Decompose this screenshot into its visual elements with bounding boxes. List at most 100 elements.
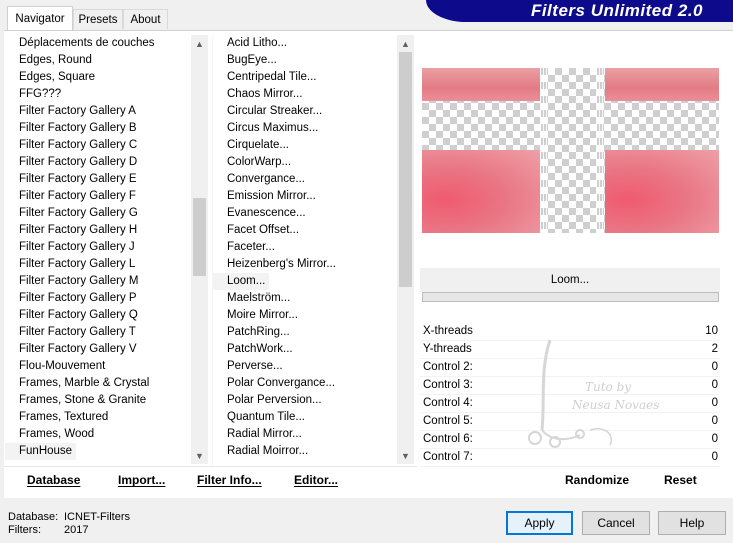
list-item[interactable]: Radial Moirror... [213,443,397,460]
list-item[interactable]: Chaos Mirror... [213,86,397,103]
cancel-button[interactable]: Cancel [582,511,650,535]
database-button[interactable]: Database [27,473,80,487]
list-item[interactable]: Filter Factory Gallery G [5,205,191,222]
list-item-label: Cirquelate... [227,139,290,151]
filter-list[interactable]: Acid Litho... BugEye... Centripedal Tile..… [213,35,397,463]
category-list[interactable]: Déplacements de couches Edges, Round Edges… [5,35,191,463]
list-item[interactable]: Facet Offset... [213,222,397,239]
list-item[interactable]: FFG??? [5,86,191,103]
list-item[interactable]: Evanescence... [213,205,397,222]
list-item[interactable]: Loom... [213,273,397,290]
filters-value: 2017 [64,524,89,536]
tab-presets[interactable]: Presets [73,9,123,29]
list-item[interactable]: Perverse... [213,358,397,375]
parameter-value: 0 [711,361,718,373]
list-item[interactable]: Polar Convergance... [213,375,397,392]
category-scrollbar[interactable]: ▲ ▼ [191,35,208,464]
list-item[interactable]: Filter Factory Gallery A [5,103,191,120]
database-value: ICNET-Filters [64,511,130,523]
list-item-label: PatchRing... [227,326,290,338]
filter-scrollbar[interactable]: ▲ ▼ [397,35,414,464]
parameter-value: 2 [711,343,718,355]
randomize-button[interactable]: Randomize [565,473,629,487]
parameter-label: Control 5: [423,415,473,427]
parameter-label: Control 3: [423,379,473,391]
list-item[interactable]: Filter Factory Gallery E [5,171,191,188]
list-item-label: Facet Offset... [227,224,300,236]
list-item[interactable]: Moire Mirror... [213,307,397,324]
watermark-line1: Tuto by [585,380,632,394]
scroll-up-icon[interactable]: ▲ [191,35,208,52]
list-item[interactable]: ColorWarp... [213,154,397,171]
list-item[interactable]: Filter Factory Gallery V [5,341,191,358]
list-item[interactable]: Edges, Square [5,69,191,86]
banner-title: Filters Unlimited 2.0 [530,1,703,20]
list-item-label: Filter Factory Gallery G [19,207,138,219]
list-item[interactable]: Frames, Stone & Granite [5,392,191,409]
list-item-label: Filter Factory Gallery C [19,139,138,151]
list-item[interactable]: Radial Mirror... [213,426,397,443]
list-item[interactable]: Cirquelate... [213,137,397,154]
scroll-up-icon[interactable]: ▲ [397,35,414,52]
list-item-label: Filter Factory Gallery D [19,156,138,168]
list-item[interactable]: Acid Litho... [213,35,397,52]
list-item[interactable]: PatchRing... [213,324,397,341]
list-item[interactable]: Filter Factory Gallery Q [5,307,191,324]
tab-navigator[interactable]: Navigator [7,6,73,30]
list-item[interactable]: PatchWork... [213,341,397,358]
list-item[interactable]: Faceter... [213,239,397,256]
list-item[interactable]: Polar Perversion... [213,392,397,409]
list-item[interactable]: Centripedal Tile... [213,69,397,86]
help-button[interactable]: Help [658,511,726,535]
list-item[interactable]: Filter Factory Gallery L [5,256,191,273]
tab-about[interactable]: About [123,9,168,29]
list-item[interactable]: Filter Factory Gallery C [5,137,191,154]
list-item[interactable]: Filter Factory Gallery B [5,120,191,137]
list-item[interactable]: Déplacements de couches [5,35,191,52]
list-item[interactable]: Filter Factory Gallery T [5,324,191,341]
scroll-down-icon[interactable]: ▼ [397,447,414,464]
list-item-label: Flou-Mouvement [19,360,106,372]
list-item[interactable]: Circular Streaker... [213,103,397,120]
list-item-label: Filter Factory Gallery V [19,343,137,355]
filter-info-button[interactable]: Filter Info... [197,473,262,487]
list-item[interactable]: Filter Factory Gallery P [5,290,191,307]
list-item-label: Filter Factory Gallery M [19,275,139,287]
list-item[interactable]: Maelström... [213,290,397,307]
list-item[interactable]: Filter Factory Gallery H [5,222,191,239]
list-item-label: Maelström... [227,292,291,304]
list-item[interactable]: Filter Factory Gallery J [5,239,191,256]
list-item-label: Filter Factory Gallery F [19,190,136,202]
import-button[interactable]: Import... [118,473,165,487]
list-item[interactable]: FunHouse [5,443,191,460]
list-item[interactable]: Filter Factory Gallery F [5,188,191,205]
list-item[interactable]: Filter Factory Gallery D [5,154,191,171]
list-item[interactable]: Frames, Wood [5,426,191,443]
list-item-label: Circular Streaker... [227,105,323,117]
scroll-thumb[interactable] [193,198,206,276]
scroll-down-icon[interactable]: ▼ [191,447,208,464]
filter-name-bar: Loom... [420,268,720,292]
list-item[interactable]: Frames, Textured [5,409,191,426]
list-item[interactable]: Quantum Tile... [213,409,397,426]
list-item-label: Frames, Marble & Crystal [19,377,150,389]
editor-button[interactable]: Editor... [294,473,338,487]
list-item[interactable]: Heizenberg's Mirror... [213,256,397,273]
list-item-label: Filter Factory Gallery P [19,292,137,304]
list-item-label: Edges, Round [19,54,92,66]
list-item[interactable]: Emission Mirror... [213,188,397,205]
list-item[interactable]: Frames, Marble & Crystal [5,375,191,392]
list-item[interactable]: Filter Factory Gallery M [5,273,191,290]
apply-button[interactable]: Apply [506,511,573,535]
list-item[interactable]: Circus Maximus... [213,120,397,137]
parameter-label: Control 4: [423,397,473,409]
list-item[interactable]: Flou-Mouvement [5,358,191,375]
list-item[interactable]: Edges, Round [5,52,191,69]
list-item[interactable]: Convergance... [213,171,397,188]
list-item[interactable]: BugEye... [213,52,397,69]
parameter-label: Control 7: [423,451,473,463]
list-item-label: Circus Maximus... [227,122,319,134]
scroll-thumb[interactable] [399,52,412,287]
reset-button[interactable]: Reset [664,473,697,487]
parameter-label: X-threads [423,325,473,337]
